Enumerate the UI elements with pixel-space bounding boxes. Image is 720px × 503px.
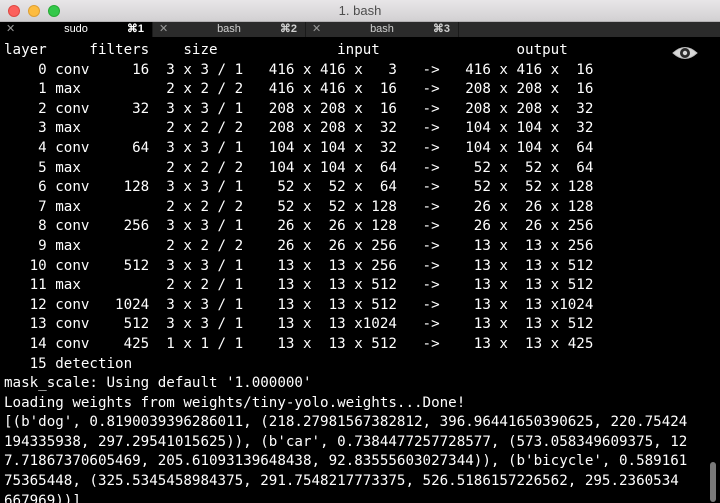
tab-sudo[interactable]: ✕ sudo ⌘1 bbox=[0, 22, 153, 37]
terminal-line: 14 conv 425 1 x 1 / 1 13 x 13 x 512 -> 1… bbox=[4, 335, 594, 352]
tab-bar-empty-space bbox=[459, 22, 720, 37]
terminal-line: 15 detection bbox=[4, 355, 133, 372]
title-bar: 1. bash bbox=[0, 0, 720, 22]
terminal-line: 5 max 2 x 2 / 2 104 x 104 x 64 -> 52 x 5… bbox=[4, 159, 594, 176]
terminal-line: 3 max 2 x 2 / 2 208 x 208 x 32 -> 104 x … bbox=[4, 120, 594, 137]
terminal-output[interactable]: layer filters size input output 0 conv 1… bbox=[0, 37, 706, 503]
terminal-line: mask_scale: Using default '1.000000' bbox=[4, 375, 312, 392]
tab-shortcut: ⌘3 bbox=[432, 23, 450, 35]
terminal-line: 7.71867370605469, 205.61093139648438, 92… bbox=[4, 453, 688, 470]
terminal-line: 10 conv 512 3 x 3 / 1 13 x 13 x 256 -> 1… bbox=[4, 257, 594, 274]
terminal-line: 12 conv 1024 3 x 3 / 1 13 x 13 x 512 -> … bbox=[4, 296, 594, 313]
terminal-line: 7 max 2 x 2 / 2 52 x 52 x 128 -> 26 x 26… bbox=[4, 198, 594, 215]
terminal-line: Loading weights from weights/tiny-yolo.w… bbox=[4, 394, 466, 411]
terminal-window: 1. bash ✕ sudo ⌘1 ✕ bash ⌘2 ✕ bash ⌘3 la… bbox=[0, 0, 720, 503]
terminal-line: 0 conv 16 3 x 3 / 1 416 x 416 x 3 -> 416… bbox=[4, 61, 594, 78]
terminal-line: 4 conv 64 3 x 3 / 1 104 x 104 x 32 -> 10… bbox=[4, 139, 594, 156]
terminal-line: [(b'dog', 0.8190039396286011, (218.27981… bbox=[4, 414, 688, 431]
tab-bash-3[interactable]: ✕ bash ⌘3 bbox=[306, 22, 459, 37]
terminal-line: 8 conv 256 3 x 3 / 1 26 x 26 x 128 -> 26… bbox=[4, 218, 594, 235]
tab-shortcut: ⌘2 bbox=[279, 23, 297, 35]
terminal-line: layer filters size input output bbox=[4, 42, 568, 58]
terminal-line: 75365448, (325.5345458984375, 291.754821… bbox=[4, 473, 679, 490]
tab-bash-2[interactable]: ✕ bash ⌘2 bbox=[153, 22, 306, 37]
tab-shortcut: ⌘1 bbox=[126, 23, 144, 35]
window-title: 1. bash bbox=[338, 3, 382, 18]
terminal-line: 1 max 2 x 2 / 2 416 x 416 x 16 -> 208 x … bbox=[4, 81, 594, 98]
terminal-line: 667969))] bbox=[4, 492, 81, 503]
terminal-line: 9 max 2 x 2 / 2 26 x 26 x 256 -> 13 x 13… bbox=[4, 237, 594, 254]
terminal-line: 194335938, 297.29541015625)), (b'car', 0… bbox=[4, 433, 688, 450]
scrollbar-thumb[interactable] bbox=[710, 462, 716, 502]
terminal-line: 2 conv 32 3 x 3 / 1 208 x 208 x 16 -> 20… bbox=[4, 100, 594, 117]
eye-icon[interactable] bbox=[671, 44, 699, 62]
tab-bar: ✕ sudo ⌘1 ✕ bash ⌘2 ✕ bash ⌘3 bbox=[0, 22, 720, 37]
terminal-line: 6 conv 128 3 x 3 / 1 52 x 52 x 64 -> 52 … bbox=[4, 179, 594, 196]
terminal-line: 11 max 2 x 2 / 1 13 x 13 x 512 -> 13 x 1… bbox=[4, 277, 594, 294]
terminal-line: 13 conv 512 3 x 3 / 1 13 x 13 x1024 -> 1… bbox=[4, 316, 594, 333]
